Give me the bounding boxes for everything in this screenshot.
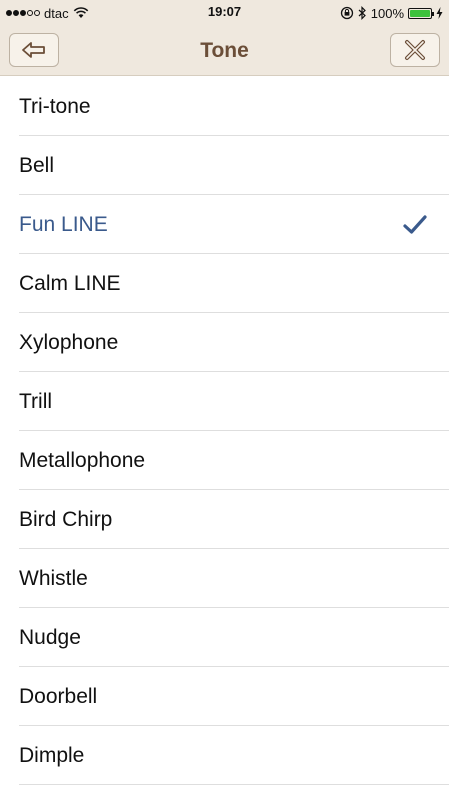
bluetooth-icon (358, 6, 366, 20)
back-button[interactable] (9, 33, 59, 67)
tone-item[interactable]: Dimple (0, 726, 449, 785)
tone-label: Bird Chirp (19, 507, 113, 531)
tone-label: Doorbell (19, 684, 98, 708)
tone-item[interactable]: Tri-tone (0, 77, 449, 136)
tone-label: Calm LINE (19, 271, 121, 295)
charging-icon (436, 7, 443, 19)
page-title: Tone (200, 39, 249, 62)
tone-item[interactable]: Fun LINE (0, 195, 449, 254)
tone-label: Trill (19, 389, 53, 413)
tone-label: Tri-tone (19, 94, 91, 118)
tone-label: Bell (19, 153, 55, 177)
tone-label: Metallophone (19, 448, 146, 472)
tone-item[interactable]: Bird Chirp (0, 490, 449, 549)
tone-item[interactable]: Trill (0, 372, 449, 431)
close-button[interactable] (390, 33, 440, 67)
checkmark-icon (403, 214, 427, 234)
tone-list: Tri-tone Bell Fun LINE Calm LINE Xylophone Tr… (0, 77, 449, 785)
battery-icon (408, 7, 434, 19)
battery-fill (410, 9, 430, 17)
tone-label: Whistle (19, 566, 88, 590)
tone-settings-screen: dtac 19:07 100% Tone Tri-tone Bell Fun L… (0, 0, 449, 800)
tone-item[interactable]: Doorbell (0, 667, 449, 726)
orientation-lock-icon (340, 6, 353, 20)
tone-item[interactable]: Metallophone (0, 431, 449, 490)
tone-item[interactable]: Whistle (0, 549, 449, 608)
tone-item[interactable]: Calm LINE (0, 254, 449, 313)
close-icon (405, 40, 425, 60)
status-bar: dtac 19:07 100% (0, 0, 449, 26)
tone-item[interactable]: Nudge (0, 608, 449, 667)
status-right: 100% (340, 4, 443, 22)
tone-item[interactable]: Xylophone (0, 313, 449, 372)
tone-item[interactable]: Bell (0, 136, 449, 195)
back-arrow-icon (22, 42, 45, 58)
battery-percent: 100% (370, 5, 404, 21)
tone-label: Xylophone (19, 330, 119, 354)
navigation-bar: Tone (0, 26, 449, 76)
tone-label: Dimple (19, 743, 85, 767)
tone-label: Fun LINE (19, 212, 108, 236)
tone-label: Nudge (19, 625, 81, 649)
